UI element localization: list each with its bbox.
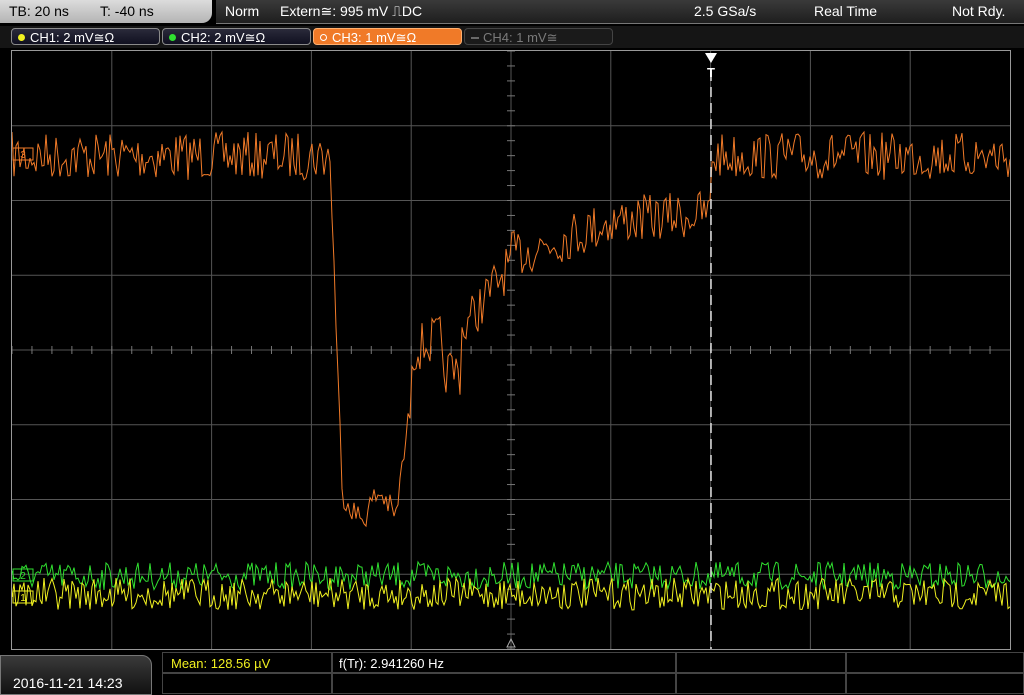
ch3-level-marker-label: 3 — [20, 150, 26, 161]
meas-cell-empty-3[interactable] — [162, 673, 332, 694]
ch2-level-marker-label: 2 — [20, 571, 26, 582]
trigger-panel: Norm Extern≅: 995 mV ⎍DC 2.5 GSa/s Real … — [216, 0, 1024, 24]
meas-cell-empty-6[interactable] — [846, 673, 1024, 694]
measurement-panel: Mean: 128.56 µV f(Tr): 2.941260 Hz — [162, 652, 1024, 695]
ch1-indicator-icon — [18, 34, 25, 41]
waveform-canvas: T 3 2 1 — [12, 51, 1010, 649]
meas-freq: f(Tr): 2.941260 Hz — [339, 656, 445, 671]
trigger-mode[interactable]: Norm — [225, 3, 259, 19]
meas-mean: Mean: 128.56 µV — [171, 656, 271, 671]
trigger-marker-label: T — [707, 65, 715, 80]
tab-ch3-label: CH3: 1 mV≅Ω — [332, 30, 417, 45]
tab-ch3[interactable]: CH3: 1 mV≅Ω — [313, 28, 462, 45]
meas-cell-empty-5[interactable] — [676, 673, 846, 694]
meas-cell-empty-2[interactable] — [846, 652, 1024, 673]
tab-ch1-label: CH1: 2 mV≅Ω — [30, 30, 115, 45]
sample-rate[interactable]: 2.5 GSa/s — [694, 3, 756, 19]
timebase-readout[interactable]: TB: 20 ns — [9, 3, 69, 19]
tab-ch2-label: CH2: 2 mV≅Ω — [181, 30, 266, 45]
trigger-source[interactable]: Extern≅: 995 mV ⎍DC — [280, 3, 422, 20]
status-bar: TB: 20 ns T: -40 ns Norm Extern≅: 995 mV… — [0, 0, 1024, 24]
channel-tabs: CH1: 2 mV≅Ω CH2: 2 mV≅Ω CH3: 1 mV≅Ω CH4:… — [0, 26, 1024, 48]
meas-cell-mean[interactable]: Mean: 128.56 µV — [162, 652, 332, 673]
meas-cell-empty-1[interactable] — [676, 652, 846, 673]
meas-cell-empty-4[interactable] — [332, 673, 676, 694]
ch2-indicator-icon — [169, 34, 176, 41]
tab-ch4-label: CH4: 1 mV≅ — [483, 30, 558, 45]
tab-ch1[interactable]: CH1: 2 mV≅Ω — [11, 28, 160, 45]
trigger-time-readout[interactable]: T: -40 ns — [100, 3, 154, 19]
run-state: Not Rdy. — [952, 3, 1006, 19]
bottom-bar: 2016-11-21 14:23 Mean: 128.56 µV f(Tr): … — [0, 652, 1024, 695]
ch1-level-marker-label: 1 — [20, 593, 26, 604]
ch4-indicator-icon — [471, 37, 479, 39]
meas-cell-freq[interactable]: f(Tr): 2.941260 Hz — [332, 652, 676, 673]
tab-ch2[interactable]: CH2: 2 mV≅Ω — [162, 28, 311, 45]
tab-ch4[interactable]: CH4: 1 mV≅ — [464, 28, 613, 45]
trigger-arrow-icon — [705, 53, 717, 63]
timebase-panel[interactable]: TB: 20 ns T: -40 ns — [0, 0, 212, 23]
datetime-panel: 2016-11-21 14:23 — [0, 655, 152, 695]
acquisition-mode[interactable]: Real Time — [814, 3, 877, 19]
waveform-display[interactable]: T 3 2 1 — [11, 50, 1011, 650]
datetime-readout: 2016-11-21 14:23 — [13, 675, 123, 691]
ch3-indicator-icon — [320, 34, 327, 41]
